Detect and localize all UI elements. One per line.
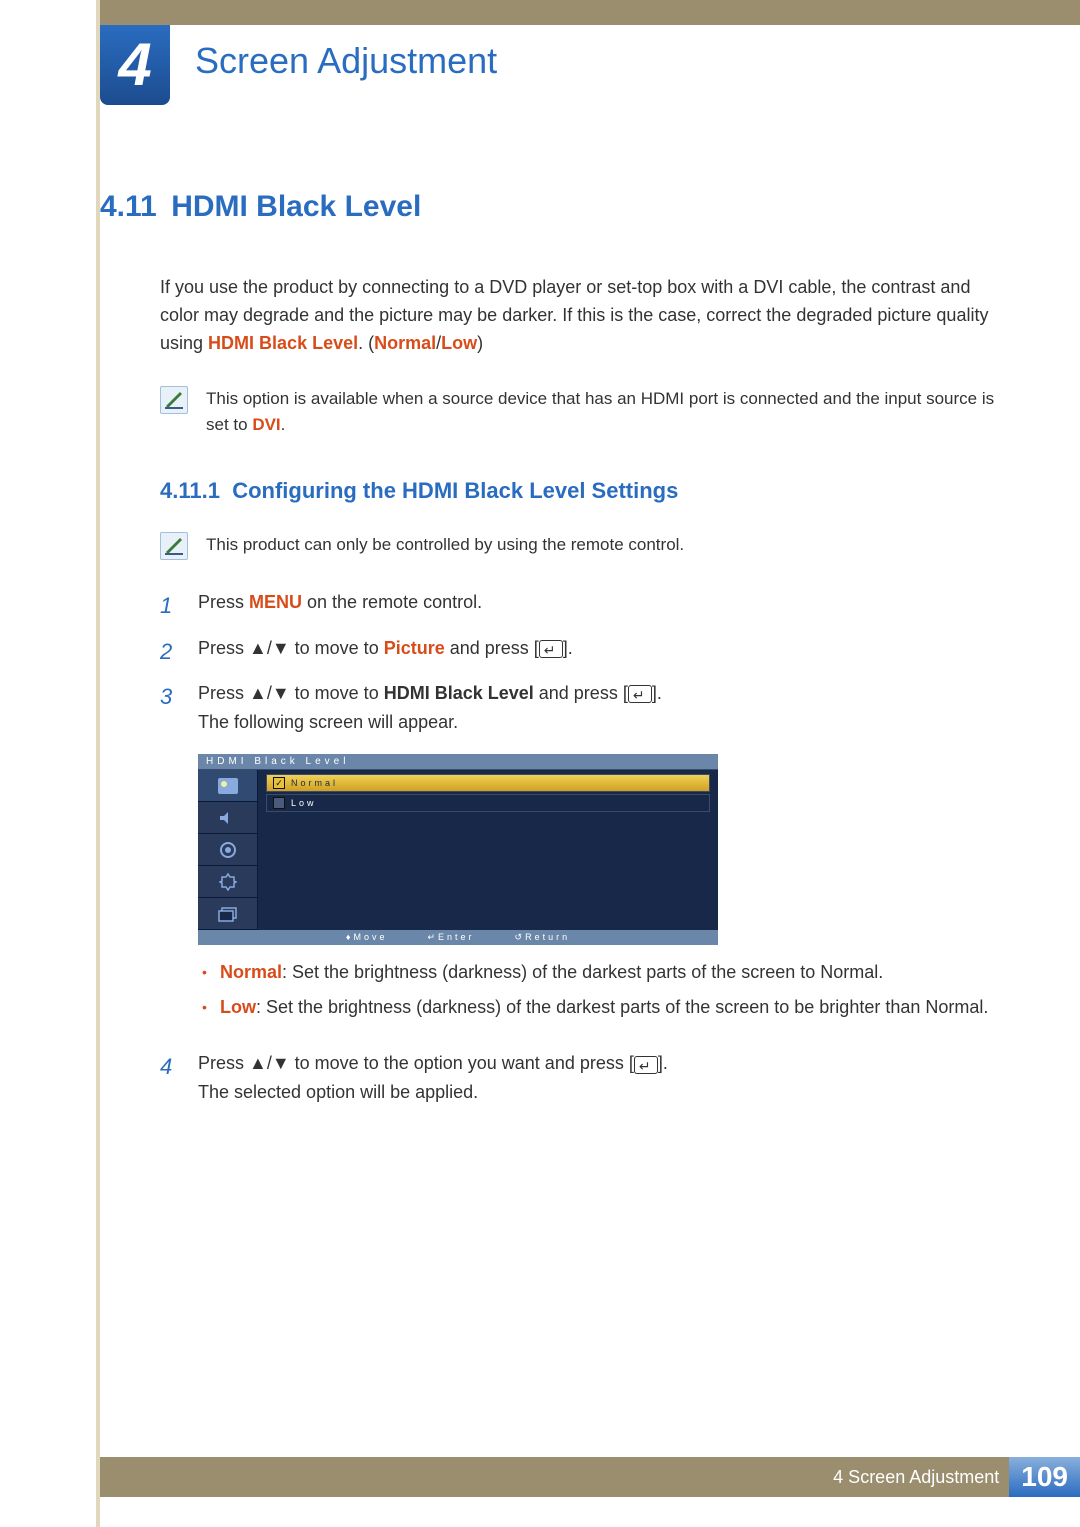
osd-tab-multi	[198, 898, 257, 930]
section-number: 4.11	[100, 190, 157, 223]
intro-text-b: . (	[358, 333, 374, 353]
intro-bold-hdmi: HDMI Black Level	[208, 333, 358, 353]
step-2-d: and press [	[445, 638, 539, 658]
step-2-picture: Picture	[384, 638, 445, 658]
step-2: 2 Press ▲/▼ to move to Picture and press…	[160, 634, 1010, 669]
section-heading: 4.11 HDMI Black Level	[100, 190, 1010, 224]
note2-text: This product can only be controlled by u…	[206, 532, 684, 560]
step-3-hdmi: HDMI Black Level	[384, 683, 534, 703]
bullet-low: Low: Set the brightness (darkness) of th…	[198, 994, 1010, 1021]
subsection-number: 4.11.1	[160, 478, 220, 503]
step-2-b: to move to	[290, 638, 384, 658]
step-3-b: to move to	[290, 683, 384, 703]
footer-page-number: 109	[1009, 1457, 1080, 1497]
option-bullets: Normal: Set the brightness (darkness) of…	[198, 959, 1010, 1021]
bullet-low-desc: : Set the brightness (darkness) of the d…	[256, 997, 988, 1017]
osd-footer: ♦Move ↵Enter ↺Return	[198, 930, 718, 945]
chapter-title: Screen Adjustment	[195, 40, 497, 82]
bullet-normal-desc: : Set the brightness (darkness) of the d…	[282, 962, 883, 982]
osd-sidebar	[198, 770, 258, 930]
step-3-number: 3	[160, 679, 180, 1040]
intro-paragraph: If you use the product by connecting to …	[160, 274, 1010, 358]
note-2: This product can only be controlled by u…	[160, 532, 1010, 560]
header-bar	[100, 0, 1080, 25]
enter-icon	[539, 640, 563, 658]
step-4: 4 Press ▲/▼ to move to the option you wa…	[160, 1049, 1010, 1107]
osd-option-low: ✓ Low	[266, 794, 710, 812]
bullet-normal-label: Normal	[220, 962, 282, 982]
section-title: HDMI Black Level	[171, 190, 421, 223]
osd-title: HDMI Black Level	[198, 754, 718, 770]
step-4-b: to move to the option you want and press…	[290, 1053, 634, 1073]
subsection-title: Configuring the HDMI Black Level Setting…	[232, 478, 678, 503]
note1-dvi: DVI	[252, 415, 280, 434]
note1-text-c: .	[281, 415, 286, 434]
note-1: This option is available when a source d…	[160, 386, 1010, 439]
step-1-c: on the remote control.	[302, 592, 482, 612]
intro-text-d: )	[477, 333, 483, 353]
enter-icon	[634, 1056, 658, 1074]
chapter-number-badge: 4	[100, 25, 170, 105]
step-1-menu: MENU	[249, 592, 302, 612]
up-down-arrows-icon: ▲/▼	[249, 638, 290, 658]
osd-screenshot: HDMI Black Level ✓ Normal	[198, 754, 718, 945]
osd-tab-sound	[198, 802, 257, 834]
osd-tab-setup	[198, 834, 257, 866]
intro-bold-low: Low	[441, 333, 477, 353]
step-3-e: ].	[652, 683, 662, 703]
step-2-a: Press	[198, 638, 249, 658]
step-1-a: Press	[198, 592, 249, 612]
up-down-arrows-icon: ▲/▼	[249, 683, 290, 703]
step-4-c: ].	[658, 1053, 668, 1073]
step-1: 1 Press MENU on the remote control.	[160, 588, 1010, 623]
bullet-low-label: Low	[220, 997, 256, 1017]
step-4-number: 4	[160, 1049, 180, 1107]
note1-text-a: This option is available when a source d…	[206, 389, 994, 434]
enter-icon	[628, 685, 652, 703]
osd-tab-option	[198, 866, 257, 898]
note-icon	[160, 532, 188, 560]
bullet-normal: Normal: Set the brightness (darkness) of…	[198, 959, 1010, 986]
step-2-number: 2	[160, 634, 180, 669]
osd-footer-return: ↺Return	[515, 930, 571, 945]
step-4-d: The selected option will be applied.	[198, 1078, 1010, 1107]
step-4-a: Press	[198, 1053, 249, 1073]
checkbox-empty-icon: ✓	[273, 797, 285, 809]
up-down-arrows-icon: ▲/▼	[249, 1053, 290, 1073]
step-2-e: ].	[563, 638, 573, 658]
step-3-f: The following screen will appear.	[198, 708, 1010, 737]
step-3-d: and press [	[534, 683, 628, 703]
osd-opt2-label: Low	[291, 794, 317, 812]
osd-footer-move: ♦Move	[346, 930, 388, 945]
footer-chapter-label: 4 Screen Adjustment	[833, 1467, 999, 1488]
subsection-heading: 4.11.1 Configuring the HDMI Black Level …	[160, 478, 1010, 504]
osd-tab-picture	[198, 770, 257, 802]
step-3-a: Press	[198, 683, 249, 703]
osd-footer-enter: ↵Enter	[427, 930, 474, 945]
step-1-number: 1	[160, 588, 180, 623]
checkmark-icon: ✓	[273, 777, 285, 789]
footer-bar: 4 Screen Adjustment 109	[100, 1457, 1080, 1497]
osd-opt1-label: Normal	[291, 774, 338, 792]
note-icon	[160, 386, 188, 414]
step-3: 3 Press ▲/▼ to move to HDMI Black Level …	[160, 679, 1010, 1040]
osd-option-normal: ✓ Normal	[266, 774, 710, 792]
intro-bold-normal: Normal	[374, 333, 436, 353]
